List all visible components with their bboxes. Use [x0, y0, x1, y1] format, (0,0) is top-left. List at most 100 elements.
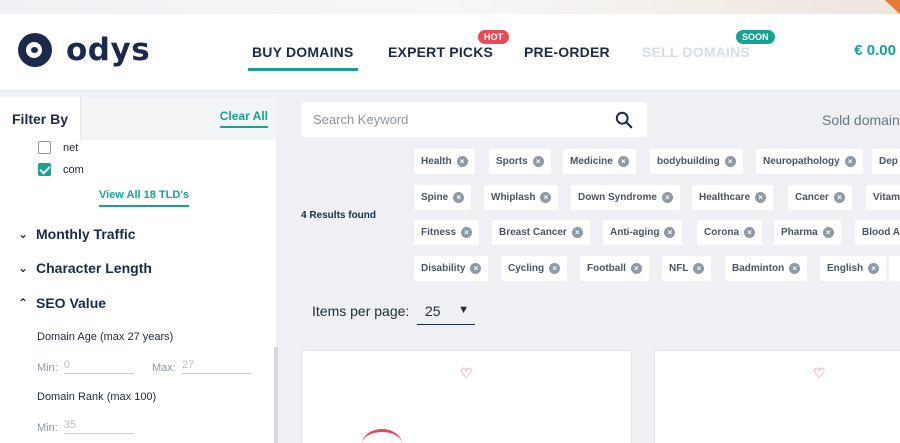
domain-card[interactable]: ♡	[654, 350, 900, 443]
keyword-chip[interactable]: NFL ×	[662, 256, 712, 281]
keyword-chip[interactable]: Down Syndrome ×	[571, 185, 680, 210]
remove-chip-icon[interactable]: ×	[844, 156, 856, 167]
search-box[interactable]: Search Keyword	[301, 102, 647, 137]
section-label: Character Length	[36, 260, 152, 276]
keyword-chip[interactable]: Corona ×	[697, 220, 762, 245]
keyword-chip[interactable]: Disability ×	[414, 256, 489, 281]
sold-domains-link[interactable]: Sold domain	[822, 112, 900, 128]
view-all-tlds-link[interactable]: View All 18 TLD's	[99, 189, 190, 207]
search-input[interactable]: Search Keyword	[313, 112, 408, 127]
keyword-chip[interactable]: Dep	[872, 149, 900, 174]
remove-chip-icon[interactable]: ×	[571, 227, 583, 238]
logo[interactable]: odys	[18, 32, 150, 68]
keyword-chip[interactable]: Vitam	[866, 185, 900, 210]
remove-chip-icon[interactable]: ×	[789, 263, 801, 274]
remove-chip-icon[interactable]: ×	[833, 192, 845, 203]
tld-option-net[interactable]: net	[38, 141, 78, 154]
chip-label: Whiplash	[491, 192, 536, 203]
keyword-chip[interactable]: Healthcare ×	[692, 185, 774, 210]
remove-chip-icon[interactable]: ×	[630, 263, 642, 274]
domain-rank-min-field[interactable]: Min: 35	[37, 419, 134, 434]
domain-age-min-input[interactable]: 0	[63, 359, 134, 374]
domain-age-min-field[interactable]: Min: 0	[37, 359, 134, 374]
keyword-chip[interactable]: Anti-aging ×	[603, 220, 683, 245]
section-label: SEO Value	[36, 295, 107, 311]
remove-chip-icon[interactable]: ×	[540, 192, 552, 203]
clear-all-button[interactable]: Clear All	[219, 109, 268, 128]
chip-label: Badminton	[732, 263, 785, 274]
chip-label: Football	[587, 263, 626, 274]
sidebar-scrollbar[interactable]	[274, 347, 278, 443]
cart-balance[interactable]: € 0.00	[854, 42, 896, 59]
items-per-page-select[interactable]: 25 ▼	[417, 298, 475, 325]
remove-chip-icon[interactable]: ×	[549, 263, 561, 274]
nav-pre-order[interactable]: PRE-ORDER	[524, 44, 610, 60]
keyword-chip[interactable]: Cancer ×	[788, 185, 852, 210]
tld-checkbox-net[interactable]	[38, 141, 51, 154]
domain-card[interactable]: ♡	[301, 350, 632, 443]
chip-label: Disability	[421, 263, 466, 274]
tld-checkbox-com[interactable]	[38, 163, 51, 176]
keyword-chip[interactable]: bodybuilding ×	[650, 149, 743, 174]
domain-logo-image	[362, 429, 402, 443]
soon-badge: SOON	[736, 30, 775, 44]
chip-label: bodybuilding	[657, 156, 720, 167]
chip-label: Spine	[421, 192, 449, 203]
items-per-page-label: Items per page:	[312, 303, 410, 319]
corner-accent	[884, 0, 900, 14]
site-header: odys BUY DOMAINS EXPERT PICKS HOT PRE-OR…	[0, 14, 900, 91]
keyword-chip[interactable]: Whiplash ×	[484, 185, 559, 210]
keyword-chip[interactable]: Pharma ×	[774, 220, 841, 245]
chip-label: Dep	[879, 156, 898, 167]
remove-chip-icon[interactable]: ×	[661, 192, 673, 203]
search-icon[interactable]	[615, 111, 633, 129]
chip-label: Down Syndrome	[578, 192, 657, 203]
chip-label: Fitness	[421, 227, 457, 238]
keyword-chip[interactable]: Fitness ×	[414, 220, 480, 245]
chip-label: Health	[421, 156, 452, 167]
nav-expert-picks[interactable]: EXPERT PICKS	[388, 44, 493, 60]
keyword-chip[interactable]: Blood A	[855, 220, 900, 245]
domain-rank-min-input[interactable]: 35	[63, 419, 134, 434]
nav-sell-domains: SELL DOMAINS	[642, 44, 750, 60]
min-label: Min:	[37, 362, 58, 374]
chevron-down-icon: ⌄	[18, 261, 29, 275]
remove-chip-icon[interactable]: ×	[822, 227, 834, 238]
domain-age-max-field[interactable]: Max: 27	[152, 359, 252, 374]
section-character-length[interactable]: ⌄ Character Length	[18, 260, 152, 276]
keyword-chip[interactable]: Badminton ×	[725, 256, 808, 281]
remove-chip-icon[interactable]: ×	[453, 192, 465, 203]
nav-buy-domains[interactable]: BUY DOMAINS	[248, 44, 358, 71]
chip-label: Cycling	[508, 263, 545, 274]
tld-option-com[interactable]: com	[38, 163, 84, 176]
domain-age-max-input[interactable]: 27	[181, 359, 252, 374]
logo-mark-icon	[18, 33, 52, 67]
keyword-chip[interactable]: Spine ×	[414, 185, 472, 210]
remove-chip-icon[interactable]: ×	[456, 156, 468, 167]
section-monthly-traffic[interactable]: ⌄ Monthly Traffic	[18, 226, 136, 242]
keyword-chip[interactable]: Breast Cancer ×	[492, 220, 590, 245]
remove-chip-icon[interactable]: ×	[724, 156, 736, 167]
remove-chip-icon[interactable]: ×	[664, 227, 676, 238]
remove-chip-icon[interactable]: ×	[868, 263, 880, 274]
remove-chip-icon[interactable]: ×	[617, 156, 629, 167]
remove-chip-icon[interactable]: ×	[532, 156, 544, 167]
chip-label: NFL	[669, 263, 689, 274]
keyword-chip[interactable]	[889, 256, 900, 281]
keyword-chip[interactable]: Neuropathology ×	[756, 149, 863, 174]
keyword-chip[interactable]: Football ×	[580, 256, 649, 281]
keyword-chip[interactable]: Health ×	[414, 149, 475, 174]
keyword-chip[interactable]: Cycling ×	[501, 256, 568, 281]
heart-icon[interactable]: ♡	[460, 365, 473, 382]
keyword-chip[interactable]: Medicine ×	[563, 149, 636, 174]
remove-chip-icon[interactable]: ×	[461, 227, 473, 238]
heart-icon[interactable]: ♡	[813, 365, 826, 382]
keyword-chip[interactable]: English ×	[820, 256, 887, 281]
remove-chip-icon[interactable]: ×	[693, 263, 705, 274]
remove-chip-icon[interactable]: ×	[470, 263, 482, 274]
keyword-chip[interactable]: Sports ×	[489, 149, 551, 174]
remove-chip-icon[interactable]: ×	[755, 192, 767, 203]
section-seo-value[interactable]: ⌃ SEO Value	[18, 295, 106, 311]
remove-chip-icon[interactable]: ×	[744, 227, 755, 238]
chip-label: Cancer	[795, 192, 829, 203]
